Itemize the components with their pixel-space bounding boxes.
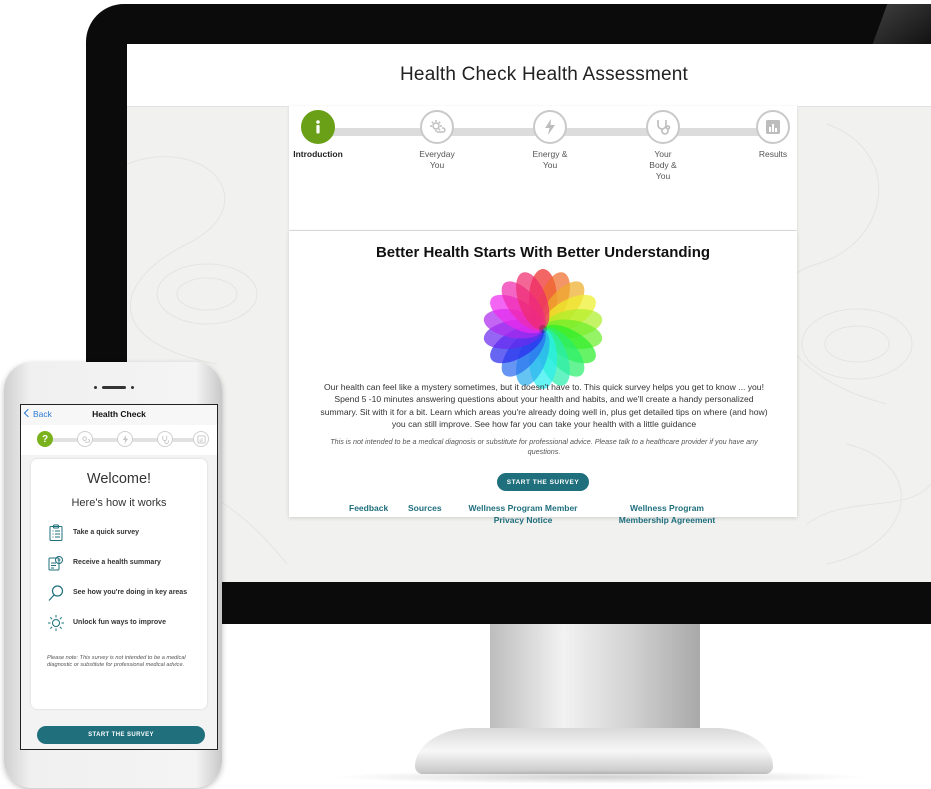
step-results[interactable]: Results	[728, 110, 818, 160]
mobile-nav-bar: Back Health Check	[21, 405, 217, 426]
info-icon	[301, 110, 335, 144]
step-introduction[interactable]: Introduction	[273, 110, 363, 160]
step-everyday-you[interactable]: Everyday You	[392, 110, 482, 171]
mobile-step-body[interactable]	[157, 431, 173, 447]
list-item-label: See how you're doing in key areas	[73, 588, 188, 596]
list-item-label: Unlock fun ways to improve	[73, 618, 166, 626]
phone-sensor	[94, 386, 97, 389]
clipboard-icon	[49, 524, 63, 541]
stethoscope-icon	[646, 110, 680, 144]
list-item: See how you're doing in key areas	[47, 581, 197, 605]
lightning-icon	[122, 434, 128, 444]
phone-camera	[131, 386, 134, 389]
stand-shadow	[330, 770, 870, 784]
chart-icon	[196, 434, 206, 444]
intro-card: Better Health Starts With Better Underst…	[289, 231, 797, 525]
membership-agreement-link[interactable]: Wellness Program Membership Agreement	[609, 503, 725, 526]
sun-icon	[48, 615, 64, 631]
mobile-title: Health Check	[92, 409, 146, 419]
app-header: Health Check Health Assessment	[127, 44, 931, 107]
question-icon: ?	[41, 433, 49, 445]
step-energy-you[interactable]: Energy & You	[505, 110, 595, 171]
sources-link[interactable]: Sources	[408, 503, 442, 515]
mobile-step-energy[interactable]	[117, 431, 133, 447]
sun-cloud-icon	[81, 435, 90, 443]
step-your-body-you[interactable]: Your Body & You	[618, 110, 708, 182]
monitor-stand	[490, 624, 700, 734]
phone-speaker	[102, 386, 126, 389]
color-wheel-flower-illustration	[483, 269, 603, 389]
chart-icon	[756, 110, 790, 144]
list-item-label: Receive a health summary	[73, 558, 161, 566]
list-item: Unlock fun ways to improve	[47, 611, 197, 635]
page-title: Health Check Health Assessment	[400, 64, 688, 85]
step-label: Everyday You	[419, 149, 455, 170]
step-label: Introduction	[293, 149, 343, 159]
lightning-icon	[533, 110, 567, 144]
step-label: Energy & You	[532, 149, 568, 170]
list-item: Take a quick survey	[47, 521, 197, 545]
intro-paragraph: Our health can feel like a mystery somet…	[320, 382, 768, 429]
welcome-heading: Welcome!	[86, 471, 152, 487]
phone-device: Back Health Check ? Welcome! Here's how …	[4, 362, 222, 788]
start-survey-button[interactable]: START THE SURVEY	[497, 473, 589, 491]
magnifier-icon	[48, 585, 64, 601]
monitor-stand-base	[415, 728, 773, 774]
how-it-works-heading: Here's how it works	[71, 497, 167, 509]
mobile-screen: Back Health Check ? Welcome! Here's how …	[20, 404, 218, 750]
monitor-chin	[127, 582, 931, 624]
list-item-label: Take a quick survey	[73, 528, 140, 536]
step-label: Results	[758, 149, 788, 159]
mobile-step-results[interactable]	[193, 431, 209, 447]
step-label: Your Body & You	[649, 149, 677, 181]
welcome-card: Welcome! Here's how it works Take a quic…	[31, 459, 207, 709]
medical-disclaimer: This is not intended to be a medical dia…	[330, 437, 758, 456]
mobile-step-everyday[interactable]	[77, 431, 93, 447]
mobile-disclaimer: Please note: This survey is not intended…	[47, 655, 186, 669]
intro-heading: Better Health Starts With Better Underst…	[375, 244, 711, 261]
mobile-step-introduction[interactable]: ?	[37, 431, 53, 447]
progress-stepper: Introduction Everyday You Energy & You Y…	[289, 106, 797, 230]
sun-cloud-icon	[420, 110, 454, 144]
desktop-screen: Health Check Health Assessment Introduct…	[127, 44, 931, 582]
health-summary-icon	[48, 556, 63, 571]
privacy-notice-link[interactable]: Wellness Program Member Privacy Notice	[461, 503, 585, 526]
list-item: Receive a health summary	[47, 551, 197, 575]
mobile-progress-stepper: ?	[21, 425, 217, 455]
mobile-start-survey-button[interactable]: START THE SURVEY	[37, 726, 205, 744]
stethoscope-icon	[161, 435, 169, 444]
feedback-link[interactable]: Feedback	[349, 503, 388, 515]
